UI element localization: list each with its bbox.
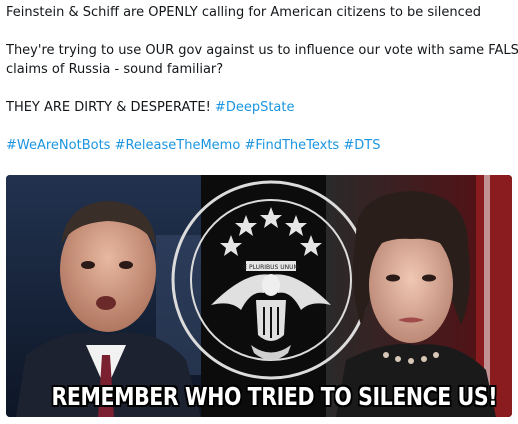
tweet-line-1: Feinstein & Schiff are OPENLY calling fo… [6,5,482,20]
tweet-line-4-text: THEY ARE DIRTY & DESPERATE! [6,100,215,115]
hashtag-findthetexts[interactable]: #FindTheTexts [244,138,339,153]
tweet-line-2: They're trying to use OUR gov against us… [6,43,518,58]
tweet-line-3: claims of Russia - sound familiar? [6,62,224,77]
meme-caption: REMEMBER WHO TRIED TO SILENCE US! [51,382,498,411]
tweet-text: Feinstein & Schiff are OPENLY calling fo… [6,3,518,155]
hashtag-releasethememo[interactable]: #ReleaseTheMemo [115,138,241,153]
hashtag-line: #WeAreNotBots #ReleaseTheMemo #FindTheTe… [6,136,512,155]
seal-banner-text: E PLURIBUS UNUM [243,264,298,271]
tweet-media-image[interactable]: E PLURIBUS UNUM REMEMBER WHO TRIED TO SI… [6,175,512,417]
tweet: Feinstein & Schiff are OPENLY calling fo… [0,0,518,424]
tweet-line-4: THEY ARE DIRTY & DESPERATE! #DeepState [6,98,512,117]
meme-artwork: E PLURIBUS UNUM [6,175,512,417]
hashtag-wearenotbots[interactable]: #WeAreNotBots [6,138,110,153]
hashtag-dts[interactable]: #DTS [343,138,380,153]
hashtag-deepstate[interactable]: #DeepState [215,100,295,115]
